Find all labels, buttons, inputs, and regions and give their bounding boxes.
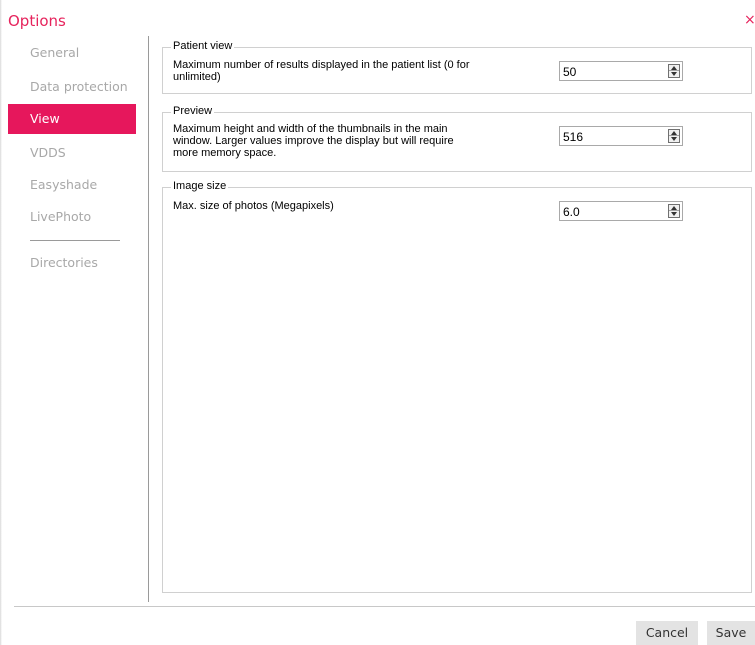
arrow-down-icon[interactable] bbox=[671, 212, 677, 216]
window-title: Options bbox=[8, 12, 66, 30]
group-title-preview: Preview bbox=[171, 105, 215, 117]
photo-size-stepper[interactable]: 6.0 bbox=[559, 201, 683, 221]
arrow-down-icon[interactable] bbox=[671, 137, 677, 141]
options-window: Options × General Data protection View V… bbox=[0, 0, 755, 645]
thumbnail-size-stepper[interactable]: 516 bbox=[559, 126, 683, 146]
spin-buttons[interactable] bbox=[668, 64, 680, 78]
footer-divider bbox=[14, 606, 755, 607]
spin-divider bbox=[669, 70, 679, 71]
group-image-size: Image size Max. size of photos (Megapixe… bbox=[162, 180, 752, 593]
preview-desc-line3: more memory space. bbox=[173, 147, 277, 159]
cancel-button[interactable]: Cancel bbox=[636, 621, 698, 645]
image-size-desc: Max. size of photos (Megapixels) bbox=[173, 200, 334, 212]
spin-divider bbox=[669, 135, 679, 136]
spin-divider bbox=[669, 210, 679, 211]
preview-desc-line1: Maximum height and width of the thumbnai… bbox=[173, 123, 448, 135]
preview-desc-line2: window. Larger values improve the displa… bbox=[173, 135, 454, 147]
group-preview: Preview Maximum height and width of the … bbox=[162, 105, 752, 172]
sidebar-item-directories[interactable]: Directories bbox=[8, 248, 136, 278]
patient-view-desc-line1: Maximum number of results displayed in t… bbox=[173, 59, 470, 71]
sidebar-item-easyshade[interactable]: Easyshade bbox=[8, 170, 136, 200]
group-title-image-size: Image size bbox=[171, 180, 229, 192]
group-title-patient-view: Patient view bbox=[171, 40, 235, 52]
sidebar-item-data-protection[interactable]: Data protection bbox=[8, 72, 136, 102]
arrow-down-icon[interactable] bbox=[671, 72, 677, 76]
close-icon[interactable]: × bbox=[744, 12, 755, 28]
spin-buttons[interactable] bbox=[668, 129, 680, 143]
patient-view-desc-line2: unlimited) bbox=[173, 71, 221, 83]
thumbnail-size-value: 516 bbox=[563, 130, 584, 144]
save-button[interactable]: Save bbox=[707, 621, 755, 645]
patient-list-max-stepper[interactable]: 50 bbox=[559, 61, 683, 81]
sidebar-item-livephoto[interactable]: LivePhoto bbox=[8, 202, 136, 232]
group-patient-view: Patient view Maximum number of results d… bbox=[162, 40, 752, 94]
sidebar-item-vdds[interactable]: VDDS bbox=[8, 138, 136, 168]
sidebar: General Data protection View VDDS Easysh… bbox=[0, 36, 149, 602]
sidebar-divider bbox=[30, 240, 120, 241]
patient-list-max-value: 50 bbox=[563, 65, 577, 79]
sidebar-item-view[interactable]: View bbox=[8, 104, 136, 134]
spin-buttons[interactable] bbox=[668, 204, 680, 218]
sidebar-item-general[interactable]: General bbox=[8, 38, 136, 68]
photo-size-value: 6.0 bbox=[563, 205, 580, 219]
